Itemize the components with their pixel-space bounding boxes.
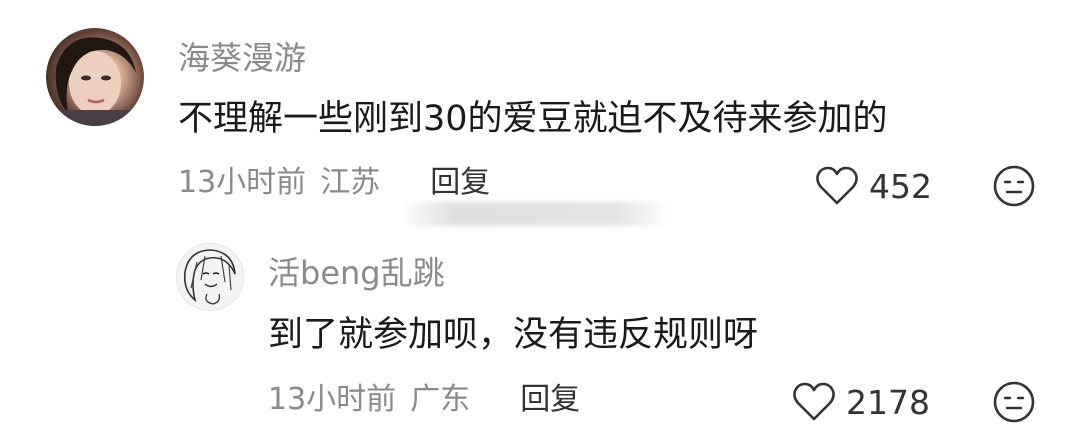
heart-outline-icon [816, 166, 858, 205]
comment-meta: 13小时前 广东 回复 [268, 385, 580, 415]
like-button[interactable]: 452 [815, 166, 932, 206]
like-count: 452 [869, 166, 932, 206]
username[interactable]: 活beng乱跳 [268, 257, 445, 289]
meh-face-icon [993, 165, 1035, 207]
avatar[interactable] [176, 243, 244, 311]
dislike-button[interactable] [992, 164, 1036, 212]
location: 广东 [410, 382, 471, 417]
reply-button[interactable]: 回复 [430, 168, 490, 198]
avatar-image [183, 249, 236, 305]
dislike-button[interactable] [992, 380, 1036, 428]
comment-meta: 13小时前 江苏 回复 [178, 168, 490, 198]
timestamp: 13小时前 [178, 165, 307, 200]
location: 江苏 [320, 165, 381, 200]
like-count: 2178 [846, 382, 930, 422]
meh-face-icon [993, 381, 1035, 423]
like-button[interactable]: 2178 [792, 382, 930, 422]
username[interactable]: 海葵漫游 [178, 42, 306, 74]
reply-button[interactable]: 回复 [520, 385, 580, 415]
avatar-image [46, 37, 144, 126]
blurred-divider [400, 202, 670, 226]
heart-outline-icon [793, 382, 835, 421]
comment-text: 到了就参加呗，没有违反规则呀 [268, 315, 759, 355]
comment-text: 不理解一些刚到30的爱豆就迫不及待来参加的 [178, 99, 888, 139]
timestamp: 13小时前 [268, 382, 397, 417]
avatar[interactable] [46, 28, 144, 126]
